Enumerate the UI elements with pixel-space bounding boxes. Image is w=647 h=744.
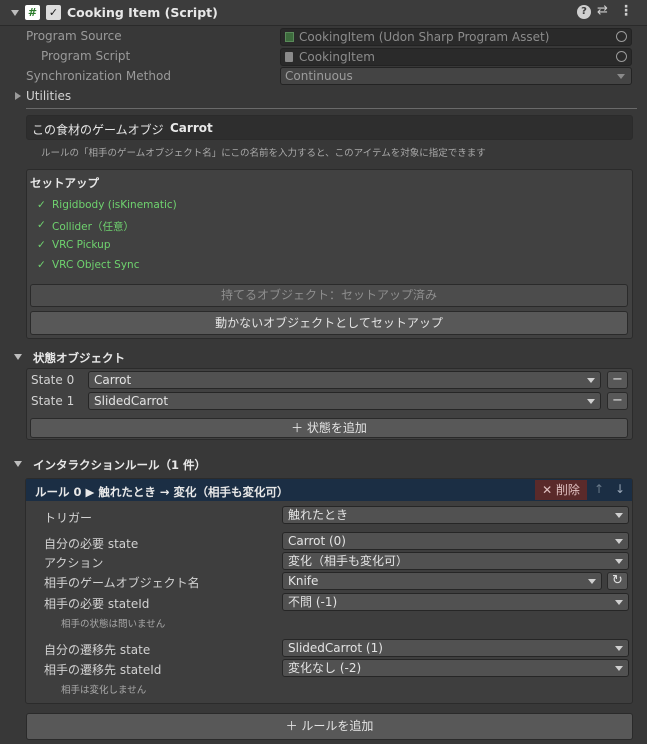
object-picker-icon[interactable]: [616, 51, 627, 62]
program-source-label: Program Source: [26, 29, 122, 43]
chevron-down-icon: [617, 74, 625, 79]
program-script-value: CookingItem: [299, 50, 375, 64]
chevron-down-icon: [615, 539, 623, 544]
chevron-down-icon: [588, 579, 596, 584]
action-value: 変化（相手も変化可）: [288, 554, 409, 568]
object-name-box: この食材のゲームオブジ Carrot: [26, 115, 633, 140]
action-dropdown[interactable]: 変化（相手も変化可）: [282, 552, 629, 570]
setup-item-collider: Collider（任意）: [52, 221, 134, 233]
other-state-hint: 相手の状態は問いません: [61, 619, 166, 630]
state-0-label: State 0: [31, 373, 75, 387]
remove-state-1-button[interactable]: −: [607, 392, 628, 410]
utilities-label[interactable]: Utilities: [26, 89, 71, 103]
chevron-down-icon: [615, 559, 623, 564]
settings-icon[interactable]: ⇄: [597, 3, 608, 18]
my-next-state-label: 自分の遷移先 state: [44, 643, 151, 657]
other-state-label: 相手の必要 stateId: [44, 597, 150, 611]
setup-title: セットアップ: [30, 176, 99, 190]
rule-0-title: ルール 0 ▶ 触れたとき → 変化（相手も変化可）: [35, 485, 289, 499]
other-next-state-hint: 相手は変化しません: [61, 685, 147, 696]
other-next-state-value: 変化なし (-2): [288, 661, 362, 675]
state-1-label: State 1: [31, 394, 75, 408]
state-0-dropdown[interactable]: Carrot: [88, 371, 601, 389]
chevron-down-icon: [615, 666, 623, 671]
sync-method-dropdown[interactable]: Continuous: [280, 67, 632, 85]
other-next-state-label: 相手の遷移先 stateId: [44, 663, 162, 677]
delete-rule-button[interactable]: ✕ 削除: [535, 480, 587, 500]
pickup-status-button: 持てるオブジェクト：セットアップ済み: [30, 284, 628, 307]
trigger-value: 触れたとき: [288, 508, 349, 522]
chevron-down-icon: [587, 399, 595, 404]
refresh-icon[interactable]: ↻: [607, 572, 628, 590]
program-source-field[interactable]: CookingItem (Udon Sharp Program Asset): [280, 28, 632, 46]
more-icon[interactable]: ⋮: [619, 3, 633, 19]
add-rule-button[interactable]: ＋ ルールを追加: [26, 713, 633, 740]
help-icon[interactable]: ?: [577, 5, 591, 19]
setup-item-rigidbody: Rigidbody (isKinematic): [52, 199, 177, 211]
check-icon: ✓: [37, 239, 46, 251]
states-title: 状態オブジェクト: [33, 351, 125, 365]
other-state-dropdown[interactable]: 不問 (-1): [282, 593, 629, 611]
other-name-dropdown[interactable]: Knife: [282, 572, 602, 590]
move-down-icon[interactable]: ↓: [615, 482, 625, 496]
other-state-value: 不問 (-1): [288, 595, 338, 609]
rules-title: インタラクションルール（1 件）: [33, 458, 207, 472]
object-name-prefix: この食材のゲームオブジ: [32, 123, 164, 137]
my-state-dropdown[interactable]: Carrot (0): [282, 532, 629, 550]
program-source-value: CookingItem (Udon Sharp Program Asset): [299, 30, 550, 44]
setup-item-object-sync: VRC Object Sync: [52, 259, 140, 271]
object-name-hint: ルールの「相手のゲームオブジェクト名」にこの名前を入力すると、このアイテムを対象…: [41, 148, 486, 159]
trigger-label: トリガー: [44, 511, 93, 525]
add-state-button[interactable]: ＋ 状態を追加: [30, 418, 628, 438]
component-title: Cooking Item (Script): [67, 5, 218, 20]
chevron-down-icon: [615, 646, 623, 651]
enabled-checkbox[interactable]: ✓: [46, 5, 61, 20]
check-icon: ✓: [37, 199, 46, 211]
sync-method-value: Continuous: [285, 69, 353, 83]
program-script-label: Program Script: [41, 49, 131, 63]
my-next-state-dropdown[interactable]: SlidedCarrot (1): [282, 639, 629, 657]
state-1-dropdown[interactable]: SlidedCarrot: [88, 392, 601, 410]
check-icon: ✓: [37, 219, 46, 231]
my-state-value: Carrot (0): [288, 534, 346, 548]
asset-icon: [285, 32, 294, 42]
utilities-foldout-icon[interactable]: [15, 92, 21, 100]
trigger-dropdown[interactable]: 触れたとき: [282, 506, 629, 524]
script-icon: #: [25, 5, 40, 20]
states-foldout-icon[interactable]: [14, 354, 22, 360]
chevron-down-icon: [615, 513, 623, 518]
my-next-state-value: SlidedCarrot (1): [288, 641, 383, 655]
action-label: アクション: [44, 556, 104, 570]
script-file-icon: [285, 52, 293, 62]
state-1-value: SlidedCarrot: [94, 394, 169, 408]
chevron-down-icon: [615, 600, 623, 605]
divider: [26, 108, 637, 109]
rules-foldout-icon[interactable]: [14, 461, 22, 467]
other-name-label: 相手のゲームオブジェクト名: [44, 576, 200, 590]
setup-item-pickup: VRC Pickup: [52, 239, 111, 251]
sync-method-label: Synchronization Method: [26, 69, 171, 83]
setup-static-button[interactable]: 動かないオブジェクトとしてセットアップ: [30, 311, 628, 335]
my-state-label: 自分の必要 state: [44, 537, 139, 551]
object-picker-icon[interactable]: [616, 31, 627, 42]
remove-state-0-button[interactable]: −: [607, 371, 628, 389]
object-name-value: Carrot: [170, 121, 213, 135]
state-0-value: Carrot: [94, 373, 132, 387]
program-script-field[interactable]: CookingItem: [280, 48, 632, 66]
check-icon: ✓: [37, 259, 46, 271]
other-name-value: Knife: [288, 574, 319, 588]
chevron-down-icon: [587, 378, 595, 383]
foldout-arrow-icon[interactable]: [11, 10, 19, 16]
move-up-icon[interactable]: ↑: [594, 482, 604, 496]
other-next-state-dropdown[interactable]: 変化なし (-2): [282, 659, 629, 677]
